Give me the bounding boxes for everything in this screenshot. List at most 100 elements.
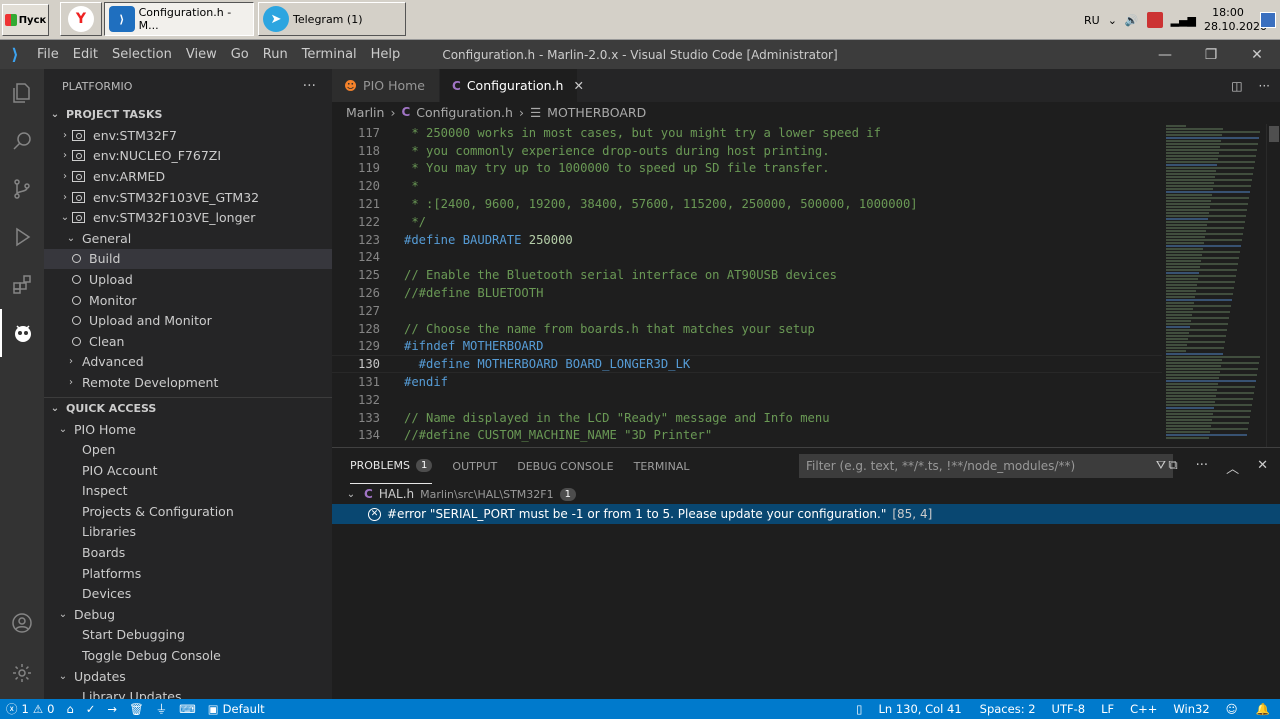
breadcrumb-item[interactable]: Configuration.h — [416, 105, 513, 120]
pio-env-switcher[interactable]: ▣ Default — [202, 699, 271, 719]
code-line[interactable]: 124 — [332, 249, 1162, 267]
notifications-bell-icon[interactable]: 🔔 — [1246, 699, 1280, 719]
taskbar-telegram[interactable]: ➤ Telegram (1) — [258, 2, 406, 36]
tab-configuration-h[interactable]: C Configuration.h ✕ — [440, 69, 584, 102]
maximize-panel-icon[interactable]: ︿ — [1226, 458, 1239, 477]
code-line[interactable]: 118 * you commonly experience drop-outs … — [332, 142, 1162, 160]
project-tasks-header[interactable]: ⌄ PROJECT TASKS — [44, 103, 332, 125]
quick-item-boards[interactable]: Boards — [44, 542, 332, 563]
quick-item-toggle-debug-console[interactable]: Toggle Debug Console — [44, 645, 332, 666]
close-icon[interactable]: ✕ — [1234, 40, 1280, 69]
show-desktop-icon[interactable] — [1260, 12, 1276, 28]
quick-item-inspect[interactable]: Inspect — [44, 481, 332, 502]
updates-group[interactable]: ⌄ Updates — [44, 666, 332, 687]
problem-error-row[interactable]: ✕ #error "SERIAL_PORT must be -1 or from… — [332, 504, 1280, 524]
code-line[interactable]: 126 //#define BLUETOOTH — [332, 284, 1162, 302]
tab-terminal[interactable]: TERMINAL — [634, 448, 690, 484]
quick-item-pio-account[interactable]: PIO Account — [44, 460, 332, 481]
code-line[interactable]: 129 #ifndef MOTHERBOARD — [332, 338, 1162, 356]
language-indicator[interactable]: RU — [1084, 14, 1100, 27]
tab-output[interactable]: OUTPUT — [452, 448, 497, 484]
filter-icon[interactable]: ⛛ — [1156, 458, 1166, 473]
task-upload-and-monitor[interactable]: Upload and Monitor — [44, 310, 332, 331]
clock[interactable]: 18:00 28.10.2020 — [1204, 6, 1267, 34]
tab-pio-home[interactable]: ☻ PIO Home — [332, 69, 440, 102]
platformio-icon[interactable] — [0, 309, 44, 357]
antivirus-icon[interactable] — [1146, 12, 1163, 28]
menu-view[interactable]: View — [179, 40, 224, 69]
problem-file-row[interactable]: ⌄ C HAL.h Marlin\src\HAL\STM32F1 1 — [332, 484, 1280, 504]
task-monitor[interactable]: Monitor — [44, 290, 332, 311]
menu-selection[interactable]: Selection — [105, 40, 179, 69]
start-button[interactable]: Пуск — [2, 4, 49, 36]
task-upload[interactable]: Upload — [44, 269, 332, 290]
breadcrumb-item[interactable]: Marlin — [346, 105, 384, 120]
code-line[interactable]: 125 // Enable the Bluetooth serial interf… — [332, 266, 1162, 284]
env-item[interactable]: › env:STM32F7 — [44, 125, 332, 146]
account-icon[interactable] — [0, 599, 44, 647]
volume-icon[interactable]: 🔊 — [1125, 14, 1139, 27]
explorer-icon[interactable] — [0, 69, 44, 117]
quick-item-libraries[interactable]: Libraries — [44, 522, 332, 543]
code-line[interactable]: 120 * — [332, 177, 1162, 195]
debug-group[interactable]: ⌄ Debug — [44, 604, 332, 625]
quick-item-platforms[interactable]: Platforms — [44, 563, 332, 584]
code-line[interactable]: 127 — [332, 302, 1162, 320]
env-item[interactable]: › env:ARMED — [44, 166, 332, 187]
platform-config[interactable]: Win32 — [1165, 699, 1217, 719]
code-line[interactable]: 132 — [332, 391, 1162, 409]
code-line[interactable]: 130 #define MOTHERBOARD BOARD_LONGER3D_L… — [332, 355, 1162, 374]
editor-scrollbar[interactable] — [1266, 124, 1280, 447]
env-item[interactable]: › env:NUCLEO_F767ZI — [44, 146, 332, 167]
pio-terminal-icon[interactable]: ⌨ — [173, 699, 202, 719]
code-line[interactable]: 134 //#define CUSTOM_MACHINE_NAME "3D Pri… — [332, 427, 1162, 445]
feedback-icon[interactable]: ☺ — [1218, 699, 1246, 719]
advanced-group[interactable]: › Advanced — [44, 352, 332, 373]
code-line[interactable]: 117 * 250000 works in most cases, but yo… — [332, 124, 1162, 142]
pio-home-group[interactable]: ⌄ PIO Home — [44, 419, 332, 440]
signal-icon[interactable]: ▂▄▆ — [1171, 14, 1196, 27]
source-control-icon[interactable] — [0, 165, 44, 213]
task-build[interactable]: Build — [44, 248, 332, 270]
quick-item-projects[interactable]: Projects & Configuration — [44, 501, 332, 522]
code-line[interactable]: 121 * :[2400, 9600, 19200, 38400, 57600,… — [332, 195, 1162, 213]
line-ending[interactable]: LF — [1093, 699, 1122, 719]
close-panel-icon[interactable]: ✕ — [1257, 458, 1268, 477]
tab-problems[interactable]: PROBLEMS 1 — [350, 448, 433, 484]
more-actions-icon[interactable]: ··· — [303, 78, 316, 94]
restore-icon[interactable]: ❐ — [1188, 40, 1234, 69]
pio-home-status-icon[interactable]: ⌂ — [60, 699, 79, 719]
split-editor-icon[interactable]: ◫ — [1231, 79, 1242, 93]
code-line[interactable]: 128 // Choose the name from boards.h that… — [332, 320, 1162, 338]
quick-item-start-debugging[interactable]: Start Debugging — [44, 625, 332, 646]
language-mode[interactable]: C++ — [1122, 699, 1165, 719]
indentation[interactable]: Spaces: 2 — [972, 699, 1044, 719]
code-line[interactable]: 119 * You may try up to 1000000 to speed… — [332, 160, 1162, 178]
menu-terminal[interactable]: Terminal — [295, 40, 364, 69]
scrollbar-thumb[interactable] — [1269, 126, 1279, 142]
menu-go[interactable]: Go — [224, 40, 256, 69]
menu-help[interactable]: Help — [364, 40, 408, 69]
collapse-all-icon[interactable]: ⧉ — [1168, 458, 1177, 477]
menu-file[interactable]: File — [30, 40, 66, 69]
settings-gear-icon[interactable] — [0, 649, 44, 697]
run-debug-icon[interactable] — [0, 213, 44, 261]
remote-development-group[interactable]: › Remote Development — [44, 372, 332, 393]
more-actions-icon[interactable]: ··· — [1259, 79, 1270, 93]
pio-clean-status-icon[interactable]: 🗑 — [123, 699, 150, 719]
encoding[interactable]: UTF-8 — [1044, 699, 1094, 719]
quick-item-devices[interactable]: Devices — [44, 583, 332, 604]
problems-filter-input[interactable]: Filter (e.g. text, **/*.ts, !**/node_mod… — [799, 454, 1173, 478]
code-line[interactable]: 133 // Name displayed in the LCD "Ready" … — [332, 409, 1162, 427]
minimap[interactable] — [1166, 124, 1266, 447]
task-clean[interactable]: Clean — [44, 331, 332, 352]
code-editor[interactable]: 117 * 250000 works in most cases, but yo… — [332, 124, 1162, 447]
search-icon[interactable] — [0, 117, 44, 165]
breadcrumb-item[interactable]: MOTHERBOARD — [547, 105, 646, 120]
taskbar-yandex-browser[interactable]: Y — [60, 2, 102, 36]
env-item[interactable]: ⌄ env:STM32F103VE_longer — [44, 207, 332, 228]
minimize-icon[interactable]: — — [1142, 40, 1188, 69]
menu-run[interactable]: Run — [256, 40, 295, 69]
close-icon[interactable]: ✕ — [573, 78, 583, 93]
menu-edit[interactable]: Edit — [66, 40, 105, 69]
